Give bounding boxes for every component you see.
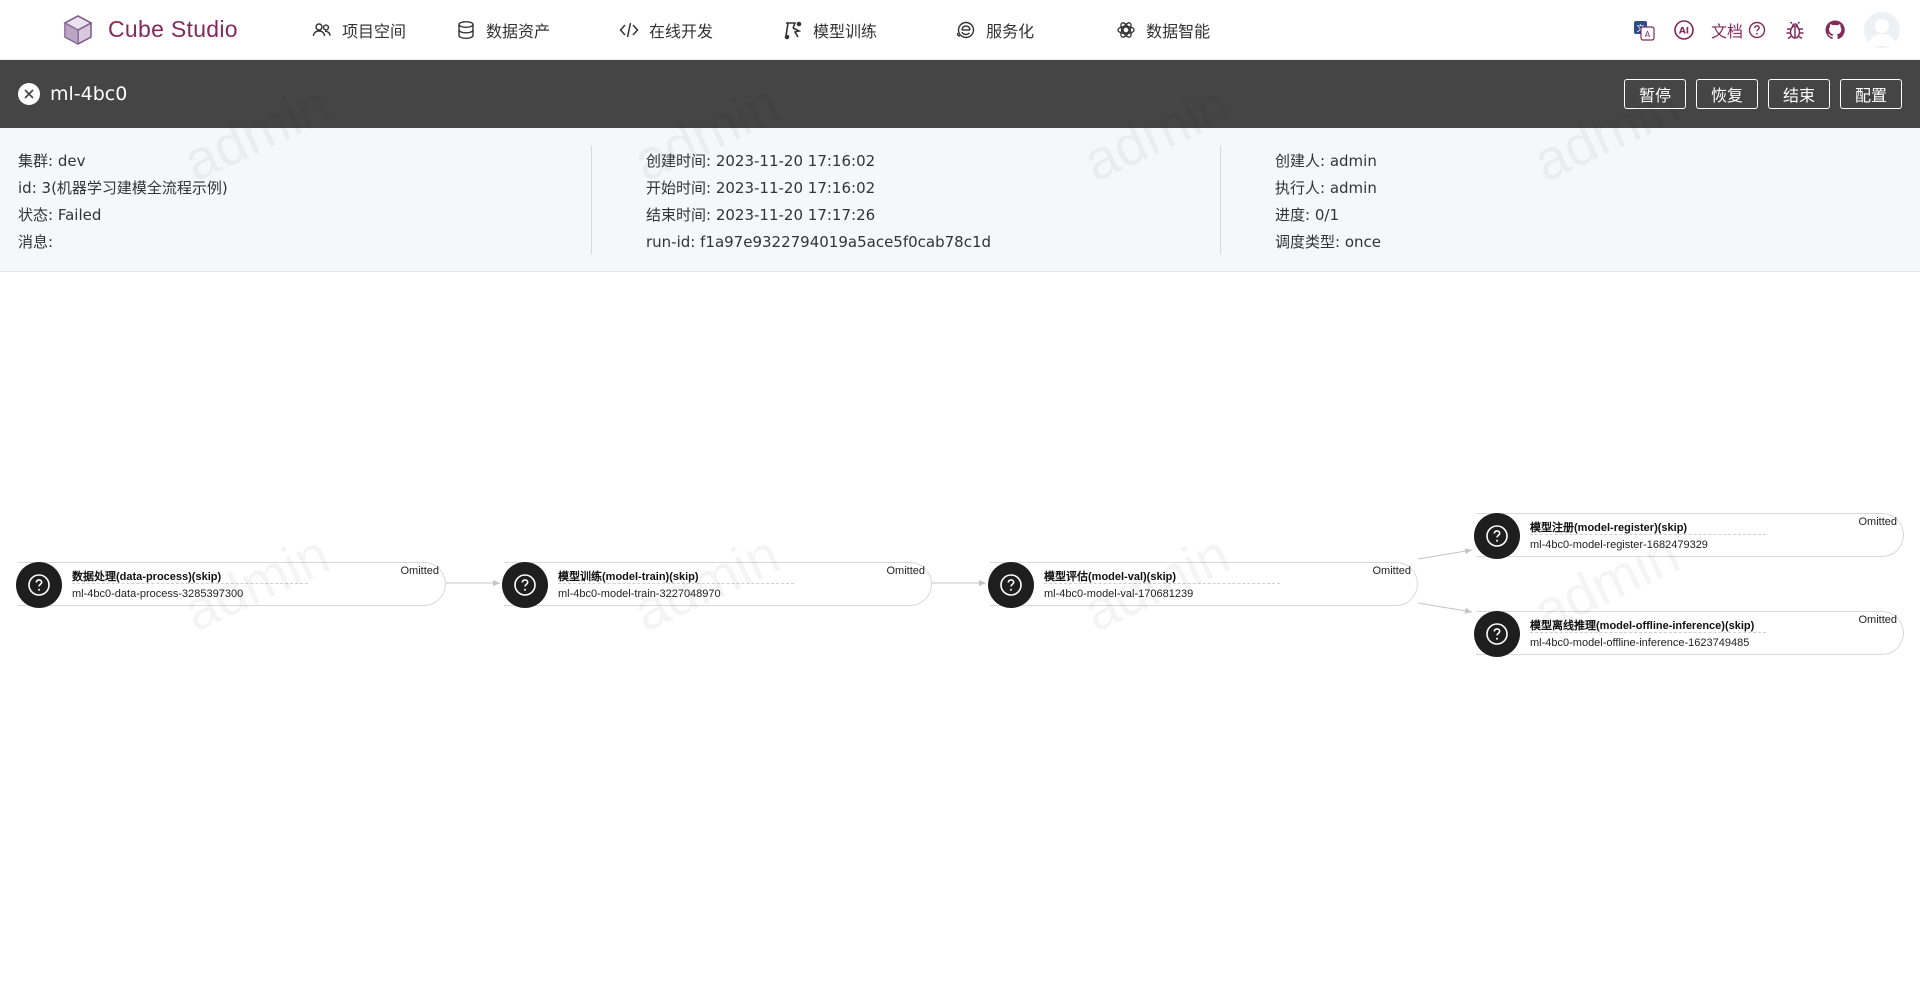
nav-item-project-space[interactable]: 项目空间 [312, 18, 406, 42]
node-pod-name: ml-4bc0-model-val-170681239 [1044, 588, 1194, 600]
translate-icon[interactable]: 文A [1633, 19, 1655, 41]
info-creator: 创建人: admin [1275, 152, 1377, 170]
docs-label: 文档 [1710, 22, 1743, 41]
close-icon [24, 89, 34, 99]
unknown-status-icon [1474, 513, 1520, 559]
pause-button[interactable]: 暂停 [1623, 79, 1686, 109]
nav-right-tools: 文A AI 文档 [1615, 0, 1900, 60]
info-run-id: run-id: f1a97e9322794019a5ace5f0cab78c1d [646, 233, 992, 251]
nav-label: 模型训练 [813, 21, 878, 41]
info-schedule-type: 调度类型: once [1275, 233, 1382, 251]
nav-label: 项目空间 [342, 21, 407, 41]
ai-label: AI [1679, 27, 1689, 37]
top-nav: Cube Studio 项目空间 数据资产 在线开发 模型训练 服务化 数据智能… [0, 0, 1920, 60]
training-icon [783, 20, 803, 40]
unknown-status-icon [16, 562, 62, 608]
run-title: ml-4bc0 [50, 83, 128, 105]
info-executor: 执行人: admin [1275, 179, 1377, 197]
node-pod-name: ml-4bc0-model-register-1682479329 [1530, 539, 1708, 551]
edge-val-register [1417, 548, 1473, 560]
node-pod-name: ml-4bc0-model-offline-inference-16237494… [1530, 637, 1750, 649]
unknown-status-icon [988, 562, 1034, 608]
run-info-panel: 集群: dev id: 3(机器学习建模全流程示例) 状态: Failed 消息… [0, 128, 1920, 272]
node-status: Omitted [1858, 516, 1897, 528]
stop-button[interactable]: 结束 [1767, 79, 1830, 109]
nav-label: 数据智能 [1146, 21, 1211, 41]
info-status: 状态: Failed [18, 206, 102, 224]
info-progress: 进度: 0/1 [1275, 206, 1339, 224]
node-pod-name: ml-4bc0-data-process-3285397300 [72, 588, 244, 600]
run-header: ml-4bc0 暂停 恢复 结束 配置 [0, 60, 1920, 128]
nav-item-serving[interactable]: 服务化 [956, 18, 1034, 42]
divider [591, 146, 592, 254]
info-column-basic: 集群: dev id: 3(机器学习建模全流程示例) 状态: Failed 消息… [18, 148, 228, 256]
unknown-status-icon [1474, 611, 1520, 657]
node-title: 模型评估(model-val)(skip) [1044, 571, 1177, 583]
config-button[interactable]: 配置 [1839, 79, 1902, 109]
node-status: Omitted [400, 565, 439, 577]
database-icon [456, 20, 476, 40]
github-icon[interactable] [1824, 19, 1846, 41]
info-column-times: 创建时间: 2023-11-20 17:16:02 开始时间: 2023-11-… [646, 148, 991, 256]
pipeline-canvas[interactable]: 数据处理(data-process)(skip) ml-4bc0-data-pr… [0, 272, 1920, 990]
info-id: id: 3(机器学习建模全流程示例) [18, 179, 228, 197]
pipeline-node-model-register[interactable]: 模型注册(model-register)(skip) ml-4bc0-model… [1474, 513, 1904, 559]
node-title: 模型训练(model-train)(skip) [558, 571, 699, 583]
nav-item-model-training[interactable]: 模型训练 [783, 18, 877, 42]
main-menu: 项目空间 数据资产 在线开发 模型训练 服务化 数据智能 [312, 18, 1210, 42]
node-status: Omitted [1372, 565, 1411, 577]
cube-logo-icon [63, 14, 93, 45]
pipeline-node-data-process[interactable]: 数据处理(data-process)(skip) ml-4bc0-data-pr… [16, 562, 446, 608]
unknown-status-icon [502, 562, 548, 608]
bug-icon[interactable] [1784, 19, 1806, 41]
info-created-time: 创建时间: 2023-11-20 17:16:02 [646, 152, 876, 170]
close-button[interactable] [18, 83, 40, 105]
info-message: 消息: [18, 233, 54, 251]
node-title: 模型注册(model-register)(skip) [1530, 522, 1688, 534]
openai-icon [1116, 20, 1136, 40]
node-status: Omitted [886, 565, 925, 577]
run-actions: 暂停 恢复 结束 配置 [1614, 79, 1902, 109]
node-title: 数据处理(data-process)(skip) [72, 571, 222, 583]
info-end-time: 结束时间: 2023-11-20 17:17:26 [646, 206, 876, 224]
service-icon [956, 20, 976, 40]
edge-val-inference [1417, 602, 1473, 614]
nav-label: 服务化 [986, 21, 1035, 41]
nav-item-data-assets[interactable]: 数据资产 [456, 18, 550, 42]
pipeline-node-model-val[interactable]: 模型评估(model-val)(skip) ml-4bc0-model-val-… [988, 562, 1418, 608]
logo[interactable]: Cube Studio [62, 14, 272, 46]
docs-link[interactable]: 文档 [1711, 18, 1766, 42]
help-icon [1748, 21, 1766, 39]
ai-icon[interactable]: AI [1673, 19, 1695, 41]
pipeline-node-model-train[interactable]: 模型训练(model-train)(skip) ml-4bc0-model-tr… [502, 562, 932, 608]
svg-text:A: A [1645, 30, 1651, 39]
info-start-time: 开始时间: 2023-11-20 17:16:02 [646, 179, 876, 197]
nav-label: 数据资产 [486, 21, 551, 41]
code-icon [619, 20, 639, 40]
pipeline-node-model-offline-inference[interactable]: 模型离线推理(model-offline-inference)(skip) ml… [1474, 611, 1904, 657]
nav-item-data-intelligence[interactable]: 数据智能 [1116, 18, 1210, 42]
resume-button[interactable]: 恢复 [1695, 79, 1758, 109]
node-status: Omitted [1858, 614, 1897, 626]
node-title: 模型离线推理(model-offline-inference)(skip) [1530, 620, 1755, 632]
team-icon [312, 20, 332, 40]
nav-item-online-dev[interactable]: 在线开发 [619, 18, 713, 42]
node-pod-name: ml-4bc0-model-train-3227048970 [558, 588, 721, 600]
user-avatar[interactable] [1864, 12, 1900, 48]
info-column-owner: 创建人: admin 执行人: admin 进度: 0/1 调度类型: once [1275, 148, 1381, 256]
divider [1220, 146, 1221, 254]
brand-name: Cube Studio [108, 16, 238, 42]
nav-label: 在线开发 [649, 21, 714, 41]
info-cluster: 集群: dev [18, 152, 86, 170]
